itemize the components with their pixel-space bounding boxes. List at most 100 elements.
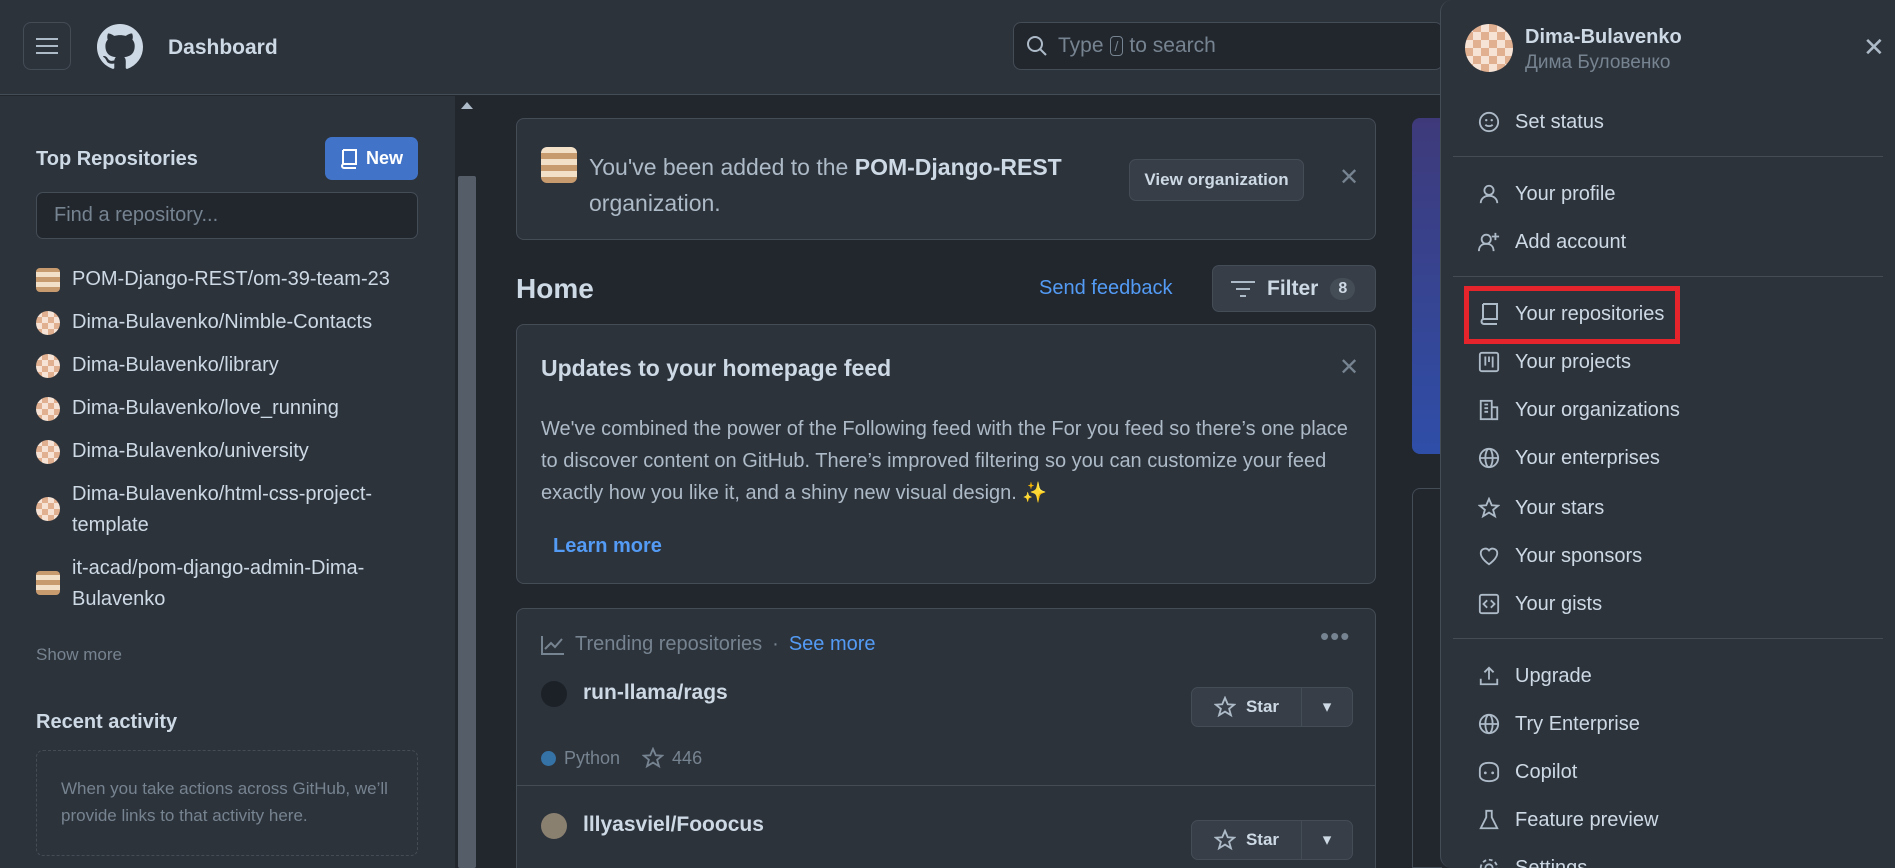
close-icon[interactable]: ✕: [1339, 163, 1359, 192]
send-feedback-link[interactable]: Send feedback: [1039, 277, 1172, 300]
see-more-link[interactable]: See more: [789, 633, 876, 656]
view-organization-button[interactable]: View organization: [1129, 159, 1304, 201]
trending-header: Trending repositories · See more: [541, 633, 876, 656]
star-button[interactable]: Star ▾: [1191, 820, 1353, 860]
org-avatar: [36, 268, 60, 292]
language-name: Python: [564, 747, 621, 768]
recent-activity-empty: When you take actions across GitHub, we’…: [36, 750, 418, 856]
project-icon: [1477, 350, 1501, 374]
menu-item-add-account[interactable]: Add account: [1477, 224, 1626, 260]
repo-link[interactable]: Dima-Bulavenko/love_running: [36, 393, 426, 424]
avatar: [541, 813, 567, 839]
avatar: [36, 311, 60, 335]
search-placeholder-pre: Type: [1058, 34, 1104, 57]
organization-icon: [1477, 398, 1501, 422]
menu-item-settings[interactable]: Settings: [1477, 850, 1587, 868]
repo-link[interactable]: Dima-Bulavenko/html-css-project-template: [36, 479, 426, 541]
menu-item-your-enterprises[interactable]: Your enterprises: [1477, 440, 1660, 476]
new-button-label: New: [365, 148, 403, 168]
avatar: [36, 440, 60, 464]
globe-icon: [1477, 712, 1501, 736]
updates-body: We've combined the power of the Followin…: [541, 418, 1348, 504]
top-repositories-heading: Top Repositories: [36, 148, 198, 170]
show-more-link[interactable]: Show more: [36, 645, 122, 665]
star-button[interactable]: Star ▾: [1191, 687, 1353, 727]
menu-item-copilot[interactable]: Copilot: [1477, 754, 1577, 790]
code-square-icon: [1477, 592, 1501, 616]
star-icon: [1213, 696, 1236, 718]
repo-link[interactable]: it-acad/pom-django-admin-Dima-Bulavenko: [36, 553, 426, 615]
gear-icon: [1477, 856, 1501, 868]
right-column-card: [1412, 488, 1442, 868]
globe-icon: [1477, 446, 1501, 470]
graph-icon: [541, 635, 564, 655]
divider: [517, 785, 1375, 786]
sidebar-scrollbar[interactable]: [455, 96, 479, 868]
menu-item-your-gists[interactable]: Your gists: [1477, 586, 1602, 622]
repo-meta: Python 446: [541, 747, 702, 769]
close-icon[interactable]: ✕: [1863, 32, 1885, 63]
filter-button[interactable]: Filter 8: [1212, 265, 1376, 312]
more-options-icon[interactable]: •••: [1320, 621, 1350, 652]
menu-divider: [1453, 156, 1883, 157]
search-shortcut-key: /: [1109, 36, 1124, 56]
person-add-icon: [1477, 230, 1501, 254]
scroll-up-arrow-icon[interactable]: [461, 102, 473, 109]
smiley-icon: [1477, 110, 1501, 134]
scrollbar-thumb[interactable]: [458, 176, 476, 868]
separator-dot: ·: [772, 633, 779, 655]
repo-link[interactable]: Dima-Bulavenko/library: [36, 350, 426, 381]
beaker-icon: [1477, 808, 1501, 832]
learn-more-link[interactable]: Learn more: [553, 535, 662, 558]
org-avatar: [541, 147, 577, 183]
trending-repositories-card: Trending repositories · See more ••• run…: [516, 608, 1376, 868]
recent-activity-heading: Recent activity: [36, 711, 178, 733]
star-dropdown-chevron-icon[interactable]: ▾: [1302, 830, 1352, 850]
menu-item-upgrade[interactable]: Upgrade: [1477, 658, 1592, 694]
avatar: [1465, 24, 1513, 72]
trending-repo-name[interactable]: lllyasviel/Fooocus: [583, 813, 764, 837]
notice-text: You've been added to the POM-Django-REST…: [589, 154, 1062, 216]
menu-item-feature-preview[interactable]: Feature preview: [1477, 802, 1658, 838]
github-logo-icon[interactable]: [95, 24, 145, 70]
llama-avatar: [541, 681, 567, 707]
avatar: [36, 497, 60, 521]
find-repository-input[interactable]: Find a repository...: [36, 192, 418, 239]
highlight-box: [1464, 286, 1680, 344]
search-placeholder-post: to search: [1129, 34, 1216, 57]
heart-icon: [1477, 544, 1501, 568]
star-dropdown-chevron-icon[interactable]: ▾: [1302, 697, 1352, 717]
menu-item-your-projects[interactable]: Your projects: [1477, 344, 1631, 380]
menu-item-your-sponsors[interactable]: Your sponsors: [1477, 538, 1642, 574]
trending-title: Trending repositories: [575, 633, 763, 655]
promo-card: [1412, 118, 1442, 454]
menu-divider: [1453, 638, 1883, 639]
org-avatar: [36, 571, 60, 595]
feed-updates-card: Updates to your homepage feed ✕ We've co…: [516, 324, 1376, 584]
person-icon: [1477, 182, 1501, 206]
menu-toggle-button[interactable]: [23, 22, 71, 70]
repo-link[interactable]: POM-Django-REST/om-39-team-23: [36, 264, 426, 295]
language-color-dot: [541, 750, 556, 766]
repo-link[interactable]: Dima-Bulavenko/university: [36, 436, 426, 467]
trending-repo-name[interactable]: run-llama/rags: [583, 681, 728, 705]
repo-link[interactable]: Dima-Bulavenko/Nimble-Contacts: [36, 307, 426, 338]
star-icon: [1213, 829, 1236, 851]
menu-item-your-stars[interactable]: Your stars: [1477, 490, 1604, 526]
menu-item-set-status[interactable]: Set status: [1477, 104, 1604, 140]
filter-count-badge: 8: [1330, 277, 1356, 300]
repo-icon: [341, 148, 357, 169]
search-input[interactable]: Type / to search: [1013, 22, 1443, 70]
copilot-icon: [1477, 760, 1501, 784]
menu-item-your-profile[interactable]: Your profile: [1477, 176, 1615, 212]
top-repositories-list: POM-Django-REST/om-39-team-23 Dima-Bulav…: [36, 264, 426, 627]
hamburger-icon: [36, 38, 58, 54]
star-count[interactable]: 446: [672, 748, 702, 769]
menu-item-your-organizations[interactable]: Your organizations: [1477, 392, 1680, 428]
menu-item-try-enterprise[interactable]: Try Enterprise: [1477, 706, 1640, 742]
upload-icon: [1477, 664, 1501, 688]
close-icon[interactable]: ✕: [1339, 353, 1359, 382]
search-icon: [1027, 36, 1047, 56]
page-title: Dashboard: [168, 36, 278, 59]
new-repository-button[interactable]: New: [325, 137, 418, 180]
